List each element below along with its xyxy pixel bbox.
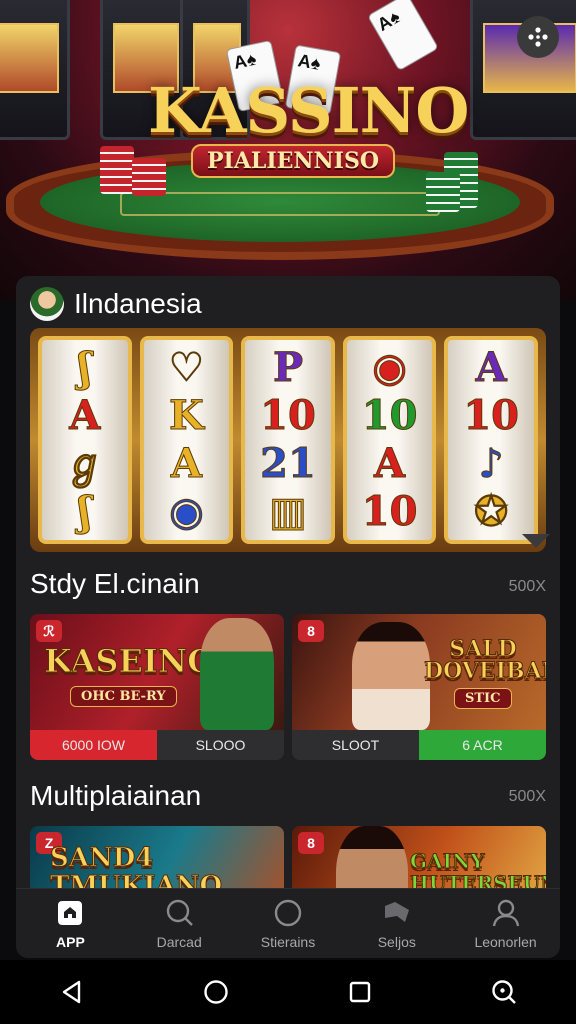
tile-right-button[interactable]: SLOOO [157, 730, 284, 760]
main-panel: Ilndanesia ʃ Aℊ ʃ ♡ K A ◉ P 10 21 ▥ ◉ 10 A 10 A 10 ♪ ✪ Std… [16, 276, 560, 958]
home-circle-icon[interactable] [203, 979, 229, 1005]
section-count[interactable]: 500X [509, 578, 546, 596]
slot-symbol: ♪ [478, 440, 505, 487]
tile-actions: 6000 IOW SLOOO [30, 730, 284, 760]
slot-symbol: ʃ [78, 344, 92, 391]
recents-icon[interactable] [347, 979, 373, 1005]
logo-subtitle: PIALIENNISO [191, 144, 395, 178]
chip-stack-image [426, 172, 460, 212]
slot-machine[interactable]: ʃ Aℊ ʃ ♡ K A ◉ P 10 21 ▥ ◉ 10 A 10 A 10 ♪ ✪ [30, 328, 546, 552]
nav-label: Leonorlen [474, 933, 537, 950]
tile-left-button[interactable]: SLOOT [292, 730, 419, 760]
chip-stack-image [100, 146, 134, 194]
game-icon [384, 901, 409, 922]
slot-symbol: 10 [361, 392, 418, 439]
slot-symbol: P [272, 344, 304, 391]
bottom-nav: APP Darcad Stierains Seljos Leonorlen [16, 888, 560, 958]
person-image [200, 618, 274, 730]
slot-symbol: K [169, 392, 205, 439]
tile-art-title: KASEINO [44, 642, 216, 681]
slot-symbol: ℊ [64, 440, 105, 487]
tile-art-subtitle: STIC [454, 688, 512, 709]
nav-label: APP [56, 933, 85, 950]
zoom-icon[interactable] [491, 979, 517, 1005]
tile-actions: SLOOT 6 ACR [292, 730, 546, 760]
slot-symbol: ʃ [78, 488, 92, 535]
dots-menu-icon [528, 27, 548, 47]
page-title: Ilndanesia [74, 288, 202, 319]
slot-symbol: ♡ [168, 344, 205, 391]
slot-symbol: A [475, 344, 507, 391]
slot-reel: ◉ 10 A 10 [342, 336, 437, 544]
slot-reel: ♡ K A ◉ [139, 336, 234, 544]
avatar[interactable] [30, 287, 64, 321]
tile-left-button[interactable]: 6000 IOW [30, 730, 157, 760]
tile-badge: 8 [298, 620, 324, 642]
slot-symbol: 10 [361, 488, 418, 535]
slot-cabinet-image [0, 0, 70, 140]
system-nav-bar [0, 960, 576, 1024]
slot-reel: A 10 ♪ ✪ [444, 336, 538, 544]
slot-symbol: ◉ [372, 344, 408, 391]
profile-icon [492, 899, 519, 926]
logo-title: KASSINO [148, 74, 469, 147]
slot-symbol: ◉ [168, 488, 204, 535]
hero-banner: A♠ A♠ A♠ KASSINO PIALIENNISO [0, 0, 576, 300]
back-icon[interactable] [59, 979, 85, 1005]
section-title: Multiplaiainan [30, 780, 202, 811]
nav-label: Seljos [377, 933, 416, 950]
slot-reel: ʃAℊʃ [38, 336, 132, 544]
slot-symbol: 10 [260, 392, 317, 439]
search-icon [166, 899, 194, 926]
game-tile[interactable]: ℛ KASEINO OHC BE-RY 6000 IOW SLOOO [30, 614, 284, 760]
nav-item-app[interactable]: APP [16, 889, 125, 958]
nav-item-seljos[interactable]: Seljos [342, 889, 451, 958]
playing-card-image: A♠ [367, 0, 439, 72]
tile-badge: 8 [298, 832, 324, 854]
tile-badge: ℛ [36, 620, 62, 642]
home-icon [58, 900, 83, 925]
nav-label: Stierains [260, 933, 316, 950]
slot-symbol: A [374, 440, 406, 487]
dots-menu-button[interactable] [517, 16, 559, 58]
slot-symbol: ▥ [269, 488, 308, 535]
slot-symbol: 21 [260, 440, 317, 487]
game-tile-art: ℛ KASEINO OHC BE-RY [30, 614, 284, 730]
slot-symbol: 10 [463, 392, 520, 439]
person-image [352, 622, 430, 730]
tile-art-subtitle: OHC BE-RY [70, 686, 177, 707]
section-title: Stdy El.cinain [30, 568, 200, 599]
slot-symbol: ✪ [474, 488, 509, 535]
nav-item-leonorlen[interactable]: Leonorlen [451, 889, 560, 958]
kassino-logo: KASSINO PIALIENNISO [148, 74, 469, 178]
game-tile-art: 8 SALD DOVEIBAN STIC [292, 614, 546, 730]
slot-reel: P 10 21 ▥ [241, 336, 335, 544]
nav-item-stierains[interactable]: Stierains [234, 889, 343, 958]
slot-symbol: A [69, 392, 101, 439]
slot-symbol: A [170, 440, 202, 487]
nav-label: Darcad [156, 933, 202, 950]
chevron-down-icon[interactable] [522, 534, 550, 548]
tile-right-button[interactable]: 6 ACR [419, 730, 546, 760]
game-tile[interactable]: 8 SALD DOVEIBAN STIC SLOOT 6 ACR [292, 614, 546, 760]
nav-item-darcad[interactable]: Darcad [125, 889, 234, 958]
panel-header: Ilndanesia [30, 284, 202, 324]
circle-icon [274, 899, 302, 926]
section-count[interactable]: 500X [509, 788, 546, 806]
tile-art-title: SALD DOVEIBAN [424, 636, 547, 684]
